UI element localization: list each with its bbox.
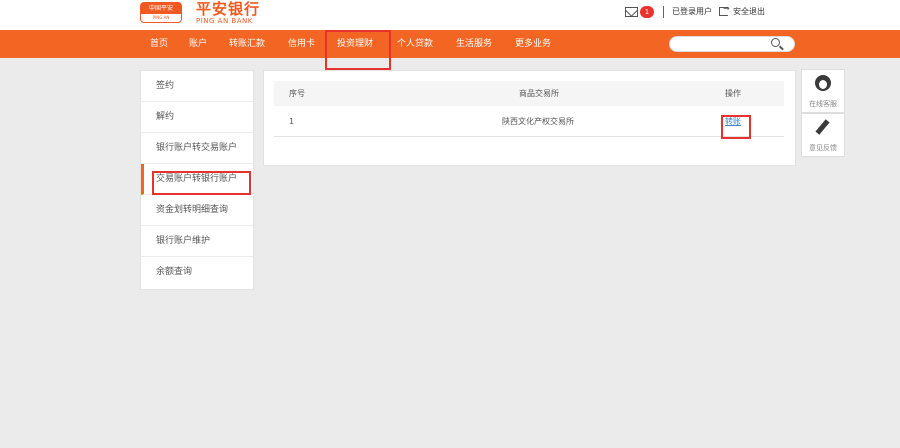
- row-exchange: 陕西文化产权交易所: [502, 117, 574, 126]
- logout-icon[interactable]: [719, 4, 730, 16]
- mail-count-badge[interactable]: 1: [640, 6, 654, 18]
- bank-name-cn: 平安银行: [196, 0, 261, 18]
- sidebar-item-account-maintenance[interactable]: 银行账户维护: [141, 226, 253, 257]
- sidebar-item-bank-to-trade[interactable]: 银行账户转交易账户: [141, 133, 253, 164]
- online-service-button[interactable]: 在线客服: [801, 69, 845, 113]
- sidebar-item-unsign[interactable]: 解约: [141, 102, 253, 133]
- bank-logo[interactable]: 平安银行 PING AN BANK: [196, 1, 260, 26]
- header-action: 操作: [725, 89, 741, 98]
- logo-badge-bottom: PING AN: [152, 15, 170, 20]
- nav-item-credit-card[interactable]: 信用卡: [288, 30, 315, 58]
- pencil-icon: [815, 119, 830, 135]
- row-index: 1: [289, 117, 295, 126]
- header-index: 序号: [289, 89, 305, 98]
- header-exchange: 商品交易所: [519, 89, 559, 98]
- nav-item-transfer[interactable]: 转账汇款: [229, 30, 265, 58]
- table-row: 1 陕西文化产权交易所 转账: [274, 106, 784, 137]
- logout-link[interactable]: 安全退出: [733, 6, 765, 18]
- feedback-label: 意见反馈: [809, 144, 837, 152]
- search-icon[interactable]: [771, 38, 780, 47]
- login-status: 已登录用户: [672, 7, 712, 16]
- mail-icon[interactable]: [625, 7, 638, 17]
- nav-item-life-services[interactable]: 生活服务: [456, 30, 492, 58]
- nav-item-more[interactable]: 更多业务: [515, 30, 551, 58]
- action-highlight-box: [721, 115, 751, 139]
- table-header: 序号 商品交易所 操作: [274, 81, 784, 106]
- sidebar-item-sign[interactable]: 签约: [141, 71, 253, 102]
- online-service-label: 在线客服: [809, 100, 837, 108]
- feedback-button[interactable]: 意见反馈: [801, 113, 845, 157]
- nav-item-personal-loan[interactable]: 个人贷款: [397, 30, 433, 58]
- nav-highlight-box: [325, 30, 391, 70]
- ping-an-logo-badge[interactable]: 中国平安 PING AN: [140, 2, 182, 23]
- sidebar-item-balance-query[interactable]: 余额查询: [141, 257, 253, 288]
- sidebar-highlight-box: [152, 171, 251, 195]
- nav-item-account[interactable]: 账户: [189, 30, 207, 58]
- headset-icon: [815, 75, 831, 91]
- logo-badge-top: 中国平安: [141, 3, 181, 14]
- top-bar: 中国平安 PING AN 平安银行 PING AN BANK 1 已登录用户 安…: [0, 0, 900, 30]
- header-divider: [663, 6, 664, 18]
- sidebar-item-transfer-detail[interactable]: 资金划转明细查询: [141, 195, 253, 226]
- nav-item-home[interactable]: 首页: [150, 30, 168, 58]
- bank-name-en: PING AN BANK: [196, 17, 253, 25]
